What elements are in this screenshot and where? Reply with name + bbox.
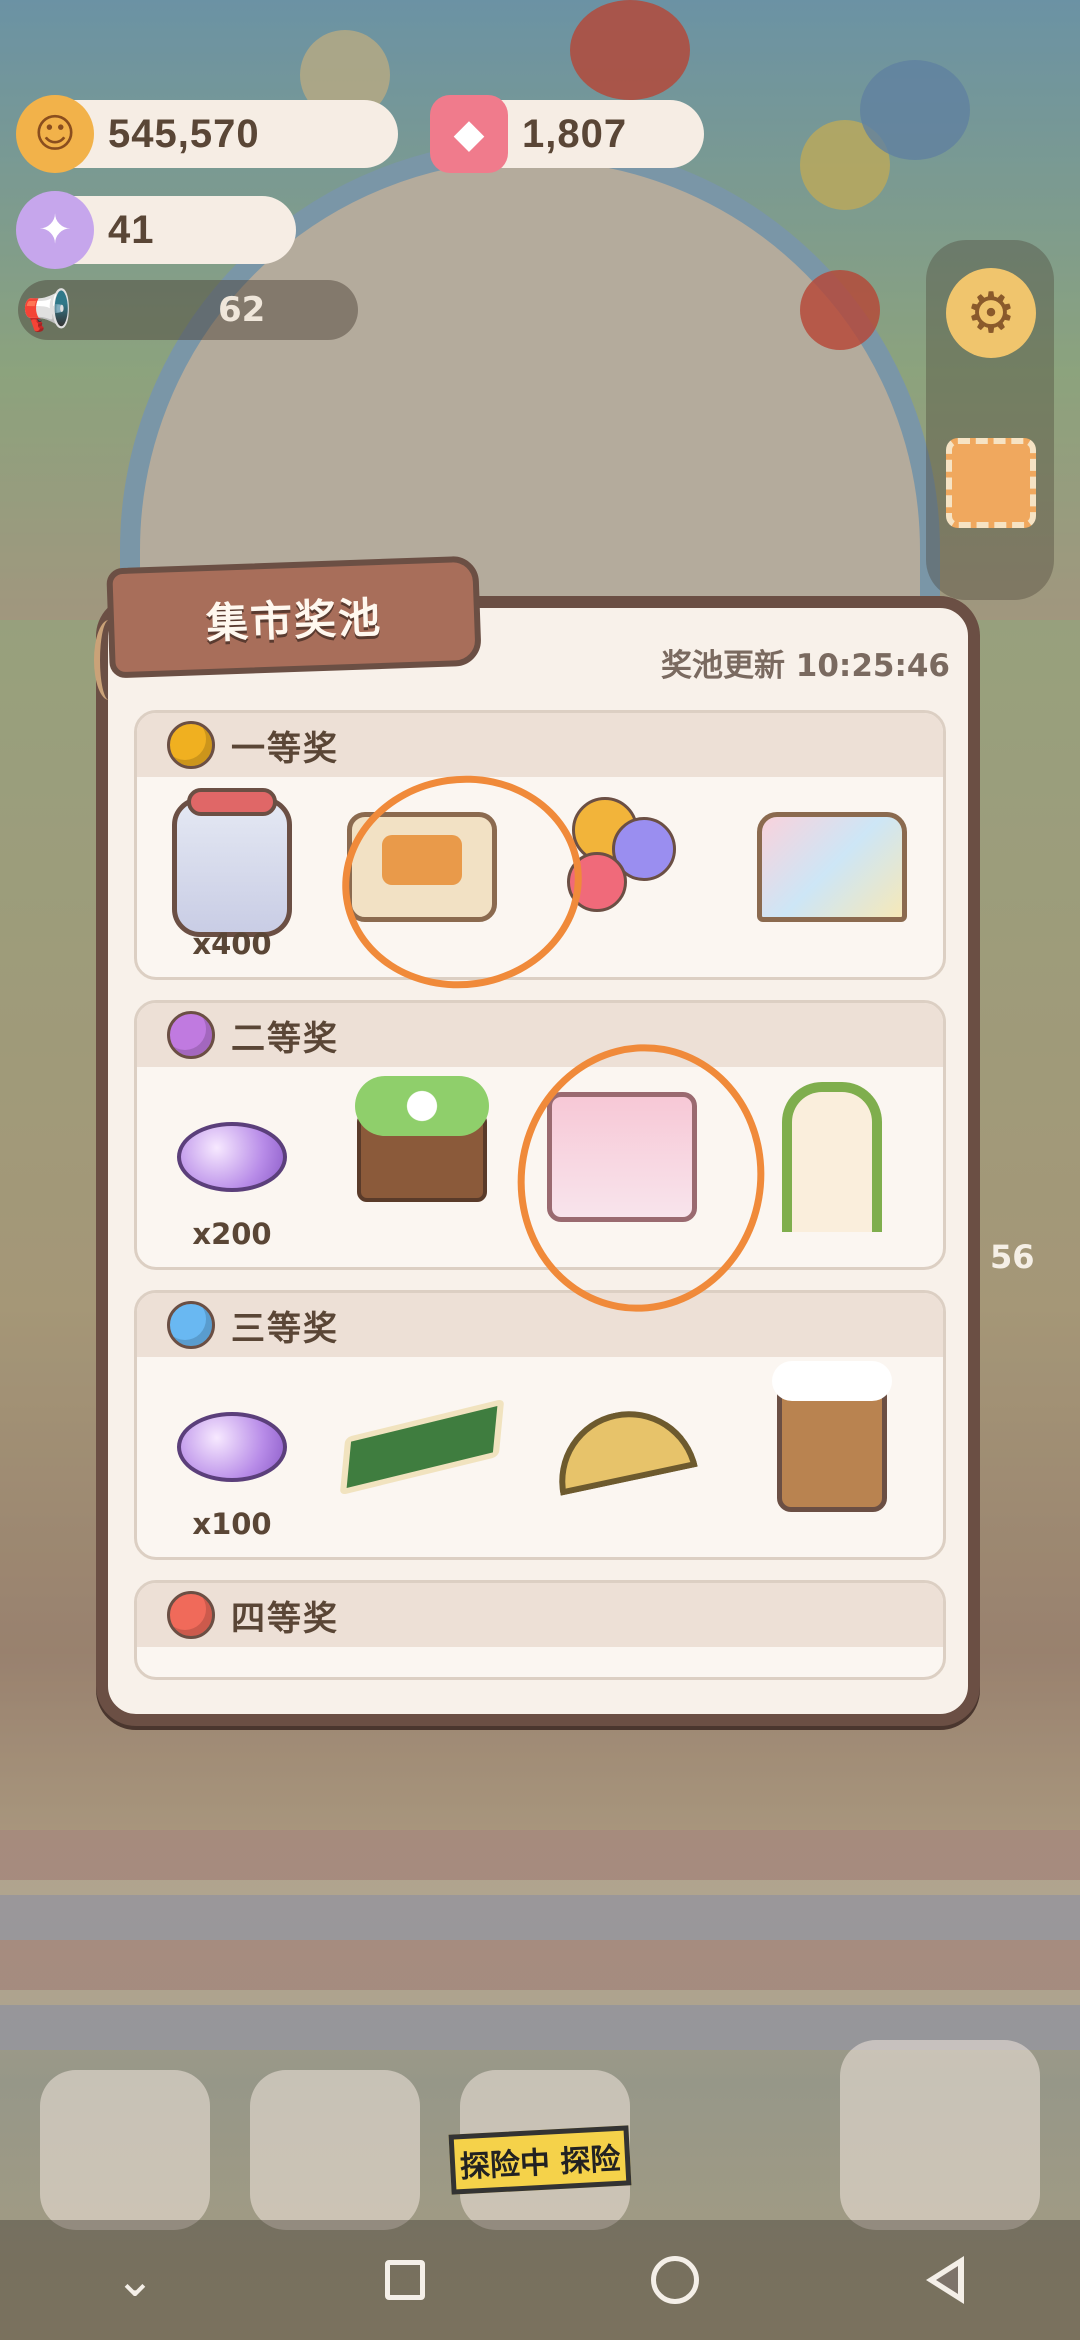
prize-item[interactable] (337, 1076, 507, 1227)
prize-item[interactable] (537, 1377, 707, 1517)
prize-item[interactable] (147, 1377, 317, 1517)
tier-label: 一等奖 (231, 728, 339, 769)
home-button[interactable] (640, 2245, 710, 2315)
candy-jar-icon (172, 788, 292, 937)
refresh-timer: 奖池更新 10:25:46 (660, 648, 950, 684)
slide-icon (757, 812, 907, 922)
gold-orb-icon (167, 721, 215, 769)
prize-item[interactable] (747, 797, 917, 937)
red-orb-icon (167, 1591, 215, 1639)
diary-button[interactable] (250, 2070, 420, 2230)
tier-header: 四等奖 (137, 1583, 943, 1647)
stamp-icon[interactable] (946, 438, 1036, 528)
recents-button[interactable] (370, 2245, 440, 2315)
settings-gear-icon[interactable]: ⚙ (946, 268, 1036, 358)
purple-orb-icon (167, 1011, 215, 1059)
tier-third-prize: 三等奖 x100 (134, 1290, 946, 1560)
announcement-bar[interactable]: 📢 62 (18, 280, 358, 340)
megaphone-icon: 📢 (22, 287, 72, 334)
prize-item[interactable] (147, 788, 317, 937)
tier-header: 二等奖 (137, 1003, 943, 1067)
prize-quantity: x400 (192, 927, 272, 961)
candy-amount: 41 (108, 207, 155, 252)
tier-header: 三等奖 (137, 1293, 943, 1357)
flower-rug-icon (339, 1398, 505, 1496)
prize-item[interactable] (747, 1361, 917, 1517)
blue-orb-icon (167, 1301, 215, 1349)
tier-label: 三等奖 (231, 1308, 339, 1349)
tier-label: 二等奖 (231, 1018, 339, 1059)
gem-counter[interactable]: ◆ 1,807 (430, 95, 704, 173)
vine-arbor-icon (782, 1082, 882, 1232)
candy-counter[interactable]: ✦ 41 (16, 191, 296, 269)
tier-header: 一等奖 (137, 713, 943, 777)
flower-bed-icon (355, 1076, 489, 1202)
prize-quantity: x100 (192, 1507, 272, 1541)
panel-title-tag: 集市奖池 (106, 555, 482, 679)
prize-item[interactable] (747, 1082, 917, 1232)
side-badge-count: 56 (990, 1238, 1035, 1276)
cookie-icon: ☺ (16, 95, 94, 173)
adventure-status-banner: 探险中 探险 (448, 2125, 632, 2195)
hotel-button[interactable] (40, 2070, 210, 2230)
chevron-down-icon[interactable]: ⌄ (100, 2245, 170, 2315)
tier-fourth-prize: 四等奖 (134, 1580, 946, 1680)
circle-icon (651, 2256, 699, 2304)
cuckoo-clock-icon (772, 1361, 892, 1512)
cookie-counter[interactable]: ☺ 545,570 (16, 95, 398, 173)
candy-pair-icon (177, 1412, 287, 1482)
prize-item[interactable] (147, 1087, 317, 1227)
tier-label: 四等奖 (231, 1598, 339, 1639)
panel-title: 集市奖池 (205, 592, 383, 648)
square-icon (385, 2260, 425, 2300)
system-nav-bar: ⌄ (0, 2220, 1080, 2340)
candy-icon: ✦ (16, 191, 94, 269)
prize-item[interactable] (337, 1377, 507, 1517)
theater-button[interactable] (840, 2040, 1040, 2230)
candy-bundle-icon (177, 1122, 287, 1192)
prize-quantity: x200 (192, 1217, 272, 1251)
announcement-count: 62 (218, 290, 266, 330)
gem-amount: 1,807 (522, 111, 628, 156)
pink-gem-icon: ◆ (430, 95, 508, 173)
back-button[interactable] (910, 2245, 980, 2315)
triangle-back-icon (926, 2256, 964, 2304)
cookie-amount: 545,570 (108, 111, 260, 156)
melon-slice-icon (546, 1398, 698, 1496)
